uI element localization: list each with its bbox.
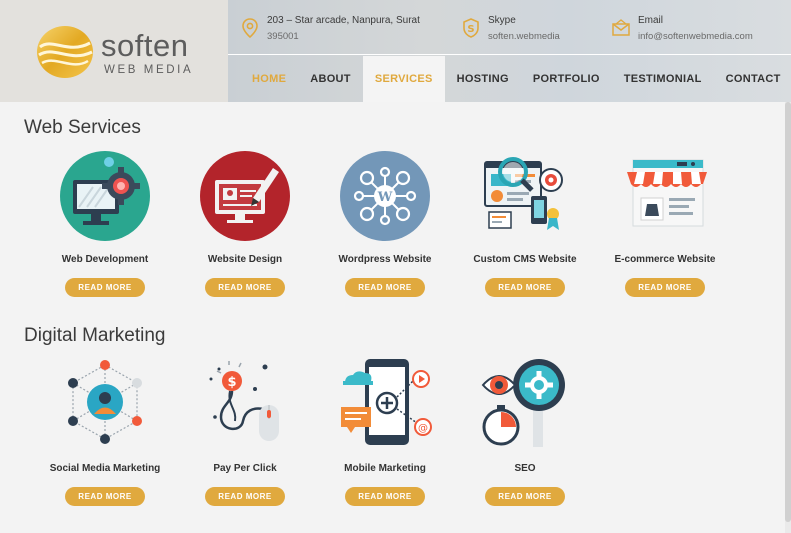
scrollbar-thumb[interactable] [785, 102, 791, 522]
header-info: 203 – Star arcade, Nanpura, Surat 395001… [228, 0, 791, 102]
contact-address-value: 395001 [267, 31, 299, 42]
read-more-button[interactable]: READ MORE [205, 487, 285, 506]
nav-contact[interactable]: CONTACT [714, 56, 791, 102]
contact-address-title: 203 – Star arcade, Nanpura, Surat [267, 15, 420, 26]
web-services-list: Web Development READ MORE Website Design… [35, 148, 735, 297]
read-more-button[interactable]: READ MORE [65, 487, 145, 506]
section-title-digital-marketing: Digital Marketing [24, 325, 166, 346]
envelope-icon [612, 19, 630, 36]
seo-magnifier-icon [481, 359, 565, 447]
service-label: Custom CMS Website [473, 254, 577, 265]
nav-home[interactable]: HOME [240, 56, 298, 102]
ecommerce-store-icon [627, 159, 707, 227]
read-more-button[interactable]: READ MORE [345, 278, 425, 297]
page: soften WEB MEDIA 203 – Star arcade, Nanp… [0, 0, 791, 533]
mobile-marketing-icon: @ [341, 359, 432, 445]
contact-skype[interactable]: S Skype soften.webmedia [461, 14, 560, 43]
read-more-button[interactable]: READ MORE [625, 278, 705, 297]
contact-email-title: Email [638, 15, 664, 26]
nav-portfolio[interactable]: PORTFOLIO [521, 56, 612, 102]
main-nav: HOME ABOUT SERVICES HOSTING PORTFOLIO TE… [240, 56, 791, 102]
contact-email[interactable]: Email info@softenwebmedia.com [611, 14, 753, 43]
read-more-button[interactable]: READ MORE [485, 278, 565, 297]
service-card-mobile-marketing: @ Mobile Marketing READ MORE [315, 357, 455, 506]
nav-services[interactable]: SERVICES [362, 56, 445, 102]
social-network-icon [68, 360, 142, 444]
digital-marketing-list: Social Media Marketing READ MORE $ Pay P… [35, 357, 595, 506]
service-card-pay-per-click: $ Pay Per Click READ MORE [175, 357, 315, 506]
site-header: soften WEB MEDIA 203 – Star arcade, Nanp… [0, 0, 791, 102]
service-card-seo: SEO READ MORE [455, 357, 595, 506]
contact-email-value: info@softenwebmedia.com [638, 31, 753, 42]
ppc-mouse-icon: $ [209, 361, 279, 441]
svg-text:@: @ [418, 423, 428, 434]
skype-icon: S [463, 18, 479, 38]
read-more-button[interactable]: READ MORE [65, 278, 145, 297]
read-more-button[interactable]: READ MORE [485, 487, 565, 506]
contact-bar: 203 – Star arcade, Nanpura, Surat 395001… [228, 0, 791, 55]
cms-dashboard-icon [484, 157, 563, 230]
service-card-web-development: Web Development READ MORE [35, 148, 175, 297]
service-label: Mobile Marketing [344, 463, 426, 474]
map-pin-icon [242, 18, 258, 39]
contact-skype-value: soften.webmedia [488, 31, 560, 42]
service-card-website-design: Website Design READ MORE [175, 148, 315, 297]
contact-address: 203 – Star arcade, Nanpura, Surat 395001 [240, 14, 420, 43]
service-label: Website Design [207, 254, 283, 265]
read-more-button[interactable]: READ MORE [205, 278, 285, 297]
service-label: Web Development [61, 254, 149, 265]
service-card-social-media-marketing: Social Media Marketing READ MORE [35, 357, 175, 506]
wordpress-network-icon: W [340, 151, 430, 241]
read-more-button[interactable]: READ MORE [345, 487, 425, 506]
contact-skype-title: Skype [488, 15, 516, 26]
logo-tagline: WEB MEDIA [104, 64, 194, 76]
logo-name: soften [101, 28, 189, 63]
service-card-ecommerce-website: E-commerce Website READ MORE [595, 148, 735, 297]
service-label: E-commerce Website [614, 254, 716, 265]
service-card-wordpress-website: W Wordpress Website READ MORE [315, 148, 455, 297]
service-label: Social Media Marketing [49, 463, 161, 474]
nav-hosting[interactable]: HOSTING [445, 56, 521, 102]
service-label: Wordpress Website [338, 254, 432, 265]
service-card-custom-cms-website: Custom CMS Website READ MORE [455, 148, 595, 297]
service-label: SEO [514, 463, 536, 474]
design-pen-icon [200, 151, 290, 241]
nav-testimonial[interactable]: TESTIMONIAL [612, 56, 714, 102]
service-label: Pay Per Click [213, 463, 277, 474]
logo[interactable]: soften WEB MEDIA [0, 0, 228, 102]
nav-about[interactable]: ABOUT [298, 56, 363, 102]
svg-text:$: $ [227, 375, 236, 390]
svg-text:S: S [467, 24, 474, 35]
section-title-web-services: Web Services [24, 117, 141, 138]
logo-mark-icon [37, 26, 93, 78]
svg-text:W: W [377, 190, 393, 205]
monitor-gear-icon [60, 151, 150, 241]
